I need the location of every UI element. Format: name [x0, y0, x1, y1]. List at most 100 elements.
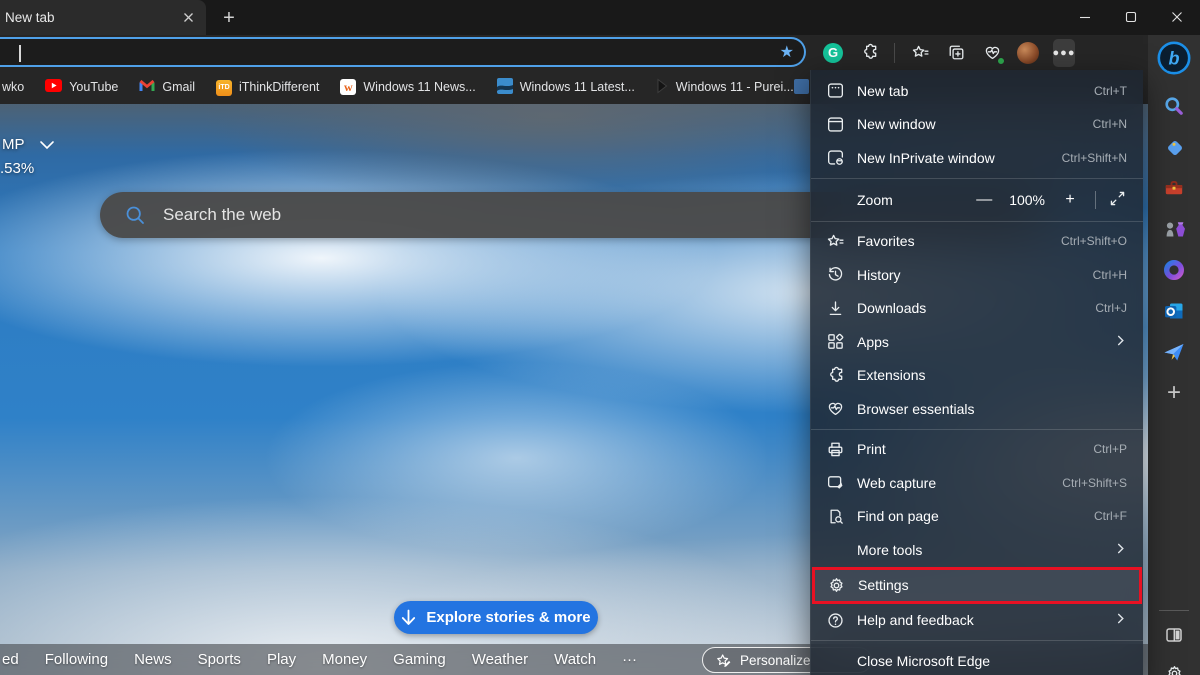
svg-text:b: b: [1169, 49, 1180, 69]
menu-item-downloads[interactable]: DownloadsCtrl+J: [811, 292, 1143, 326]
menu-item-label: Favorites: [857, 233, 915, 249]
menu-item-label: Browser essentials: [857, 401, 975, 417]
extensions-icon[interactable]: [858, 41, 880, 65]
menu-item-find-on-page[interactable]: Find on pageCtrl+F: [811, 500, 1143, 534]
toolbar-icons: G ●●●: [822, 35, 1075, 70]
add-sidebar-icon[interactable]: +: [1154, 381, 1194, 405]
nav-item[interactable]: News: [134, 651, 172, 668]
favorites-icon[interactable]: [909, 41, 931, 65]
menu-item-favorites[interactable]: FavoritesCtrl+Shift+O: [811, 225, 1143, 259]
profile-avatar[interactable]: [1017, 41, 1039, 65]
gmail-icon: [139, 79, 155, 95]
new-tab-button[interactable]: +: [214, 4, 244, 32]
menu-separator: [811, 429, 1143, 430]
bookmark-label: iThinkDifferent: [239, 80, 319, 94]
menu-item-settings[interactable]: Settings: [812, 567, 1142, 604]
menu-item-new-inprivate-window[interactable]: New InPrivate windowCtrl+Shift+N: [811, 141, 1143, 175]
menu-item-new-tab[interactable]: New tabCtrl+T: [811, 74, 1143, 108]
web-capture-icon: [825, 473, 845, 492]
nav-item[interactable]: Watch: [554, 651, 596, 668]
new-tab-icon: [825, 81, 845, 100]
collections-icon[interactable]: [945, 41, 967, 65]
close-tab-icon[interactable]: [178, 8, 198, 28]
games-icon[interactable]: [1154, 217, 1194, 241]
zoom-out-button[interactable]: —: [973, 191, 995, 209]
browser-essentials-icon[interactable]: [981, 41, 1003, 65]
sidebar-bottom: [1148, 610, 1200, 675]
nav-item[interactable]: Gaming: [393, 651, 446, 668]
menu-item-history[interactable]: HistoryCtrl+H: [811, 258, 1143, 292]
explore-stories-label: Explore stories & more: [426, 609, 590, 626]
menu-item-label: Help and feedback: [857, 612, 974, 628]
downloads-icon: [825, 299, 845, 318]
close-window-button[interactable]: [1154, 0, 1200, 33]
sidebar-divider: [1159, 610, 1189, 611]
microsoft365-icon[interactable]: [1154, 258, 1194, 282]
find-icon: [825, 507, 845, 526]
chevron-right-icon: [1114, 612, 1127, 628]
bookmark-label: Windows 11 News...: [363, 80, 475, 94]
chevron-down-icon[interactable]: [39, 140, 55, 150]
explore-stories-button[interactable]: Explore stories & more: [394, 601, 598, 634]
gear-icon: [826, 576, 846, 595]
menu-item-label: New window: [857, 116, 936, 132]
sidebar-search-icon[interactable]: [1154, 94, 1194, 118]
fullscreen-icon[interactable]: [1108, 189, 1127, 211]
arrow-down-icon: [401, 609, 416, 626]
w11-news-icon: w: [340, 79, 356, 95]
inprivate-icon: [825, 148, 845, 167]
more-icon[interactable]: ●●●: [1053, 41, 1075, 65]
tab-new-tab[interactable]: New tab: [0, 0, 206, 35]
bookmark-item[interactable]: Windows 11 - Purei...: [656, 78, 794, 97]
extensions-icon: [825, 366, 845, 385]
chevron-right-icon: [1114, 542, 1127, 558]
search-icon: [125, 205, 146, 226]
split-view-icon[interactable]: [1154, 623, 1194, 647]
clipped-favicon[interactable]: [794, 79, 809, 99]
menu-item-label: Zoom: [857, 192, 893, 208]
grammarly-icon[interactable]: G: [822, 41, 844, 65]
bookmark-label: Gmail: [162, 80, 195, 94]
sidebar-settings-gear-icon[interactable]: [1154, 661, 1194, 675]
bookmark-item[interactable]: iTDiThinkDifferent: [216, 78, 319, 96]
menu-item-extensions[interactable]: Extensions: [811, 359, 1143, 393]
tools-icon[interactable]: [1154, 176, 1194, 200]
menu-item-shortcut: Ctrl+Shift+S: [1062, 476, 1127, 490]
bookmark-item[interactable]: Windows 11 Latest...: [497, 78, 635, 97]
nav-item[interactable]: ed: [2, 651, 19, 668]
nav-item[interactable]: Sports: [198, 651, 241, 668]
menu-item-close-microsoft-edge[interactable]: Close Microsoft Edge: [811, 644, 1143, 675]
drop-icon[interactable]: [1154, 340, 1194, 364]
minimize-button[interactable]: [1062, 0, 1108, 33]
nav-item[interactable]: Play: [267, 651, 296, 668]
maximize-button[interactable]: [1108, 0, 1154, 33]
nav-item[interactable]: Money: [322, 651, 367, 668]
bookmark-item[interactable]: Gmail: [139, 79, 195, 95]
menu-item-more-tools[interactable]: More tools: [811, 533, 1143, 567]
nav-item[interactable]: Following: [45, 651, 108, 668]
bookmark-item[interactable]: YouTube: [45, 79, 118, 95]
address-bar[interactable]: ★: [0, 37, 806, 67]
bookmark-label: YouTube: [69, 80, 118, 94]
nav-item[interactable]: ···: [622, 651, 637, 668]
menu-item-web-capture[interactable]: Web capture Ctrl+Shift+S: [811, 466, 1143, 500]
market-widget[interactable]: MP .53%: [0, 136, 55, 177]
zoom-in-button[interactable]: +: [1059, 191, 1081, 209]
bing-chat-icon[interactable]: b: [1154, 39, 1194, 77]
menu-item-apps[interactable]: Apps: [811, 325, 1143, 359]
personalize-star-icon: [715, 652, 732, 669]
bookmark-item[interactable]: w Windows 11 News...: [340, 79, 475, 95]
menu-item-label: New tab: [857, 83, 908, 99]
bookmark-item[interactable]: wko: [2, 80, 24, 94]
menu-item-help-and-feedback[interactable]: Help and feedback: [811, 604, 1143, 638]
menu-item-print[interactable]: PrintCtrl+P: [811, 433, 1143, 467]
outlook-icon[interactable]: [1154, 299, 1194, 323]
menu-item-browser-essentials[interactable]: Browser essentials: [811, 392, 1143, 426]
menu-item-label: Web capture: [857, 475, 936, 491]
menu-separator: [811, 178, 1143, 179]
menu-item-new-window[interactable]: New windowCtrl+N: [811, 108, 1143, 142]
w11-latest-icon: [497, 78, 513, 97]
nav-item[interactable]: Weather: [472, 651, 528, 668]
shopping-icon[interactable]: [1154, 135, 1194, 159]
favorite-star-icon[interactable]: ★: [780, 43, 794, 63]
